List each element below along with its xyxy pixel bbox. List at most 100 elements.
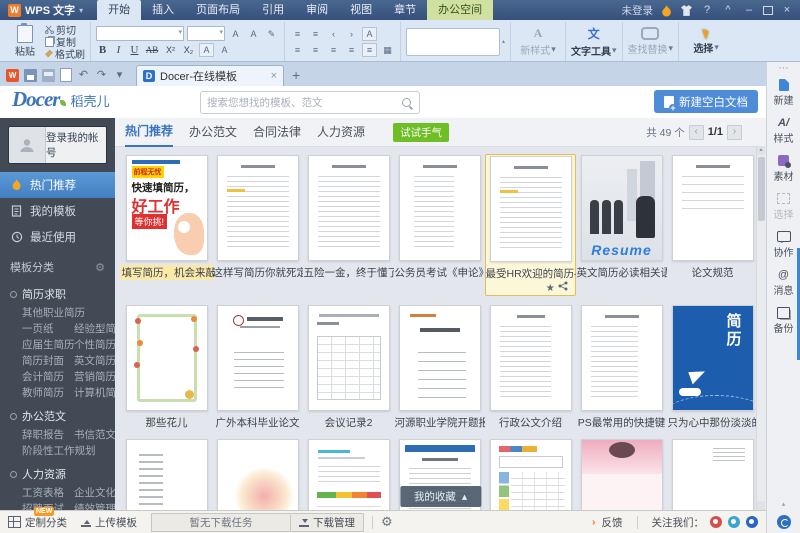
rail-menu-icon[interactable]: ⋯: [767, 62, 800, 78]
tab-page-layout[interactable]: 页面布局: [185, 0, 251, 20]
template-card[interactable]: 广外本科毕业论文: [212, 304, 303, 430]
template-card[interactable]: 论文规范: [667, 154, 757, 296]
sort-button[interactable]: [380, 27, 395, 41]
style-gallery[interactable]: [406, 28, 500, 56]
bullet-list-button[interactable]: ≡: [290, 27, 305, 41]
align-center-button[interactable]: ≡: [308, 43, 323, 57]
search-icon[interactable]: [401, 97, 413, 109]
sidebar-link[interactable]: 书信范文: [74, 427, 115, 443]
sidebar-link[interactable]: 计算机简历: [74, 385, 115, 401]
hot-flame-icon[interactable]: [660, 4, 673, 17]
redo-icon[interactable]: ↷: [95, 69, 108, 82]
content-tab-hr[interactable]: 人力资源: [317, 119, 365, 146]
lucky-badge[interactable]: 试试手气: [393, 123, 449, 142]
share-icon[interactable]: [558, 281, 568, 291]
weibo-icon[interactable]: [710, 516, 722, 528]
superscript-button[interactable]: X²: [163, 45, 178, 55]
clear-format-button[interactable]: ✎: [264, 27, 279, 41]
close-tab-icon[interactable]: ×: [271, 70, 277, 82]
rail-item-backup[interactable]: 备份: [767, 306, 800, 335]
template-card[interactable]: 前程无忧 快速填简历， 好工作 等你挑! 填写简历，机会来敲门: [121, 154, 212, 296]
strikethrough-button[interactable]: AB: [144, 45, 160, 55]
restore-icon[interactable]: [763, 6, 773, 15]
sidebar-link[interactable]: 工资表格: [22, 485, 74, 501]
sidebar-link[interactable]: 企业文化: [74, 485, 115, 501]
group-title-hr[interactable]: 人力资源: [0, 459, 115, 485]
document-tab[interactable]: D Docer-在线模板 ×: [136, 65, 284, 86]
sidebar-link[interactable]: 辞职报告: [22, 427, 74, 443]
rail-item-message[interactable]: @消息: [767, 268, 800, 297]
align-right-button[interactable]: ≡: [326, 43, 341, 57]
new-style-button[interactable]: A 新样式▾: [511, 22, 566, 61]
select-button[interactable]: 选择▾: [679, 22, 733, 61]
rail-scroll-arrows[interactable]: ▴: [782, 501, 786, 509]
text-direction-button[interactable]: A: [362, 27, 377, 41]
settings-gear-icon[interactable]: ⚙: [381, 514, 393, 530]
wps-community-icon[interactable]: [777, 515, 791, 529]
sidebar-link[interactable]: 教师简历: [22, 385, 74, 401]
tab-references[interactable]: 引用: [251, 0, 295, 20]
new-blank-doc-button[interactable]: 新建空白文档: [654, 90, 758, 113]
template-card[interactable]: [303, 438, 394, 510]
template-card[interactable]: 河源职业学院开题报告: [394, 304, 485, 430]
subscript-button[interactable]: X₂: [181, 45, 196, 55]
sidebar-link[interactable]: 应届生简历: [22, 337, 74, 353]
template-card[interactable]: [485, 438, 576, 510]
tab-office-space[interactable]: 办公空间: [427, 0, 493, 20]
next-page-button[interactable]: ›: [727, 125, 742, 140]
rail-item-material[interactable]: 素材: [767, 154, 800, 183]
login-status[interactable]: 未登录: [622, 3, 654, 18]
new-tab-button[interactable]: +: [292, 67, 300, 83]
rail-item-collaborate[interactable]: 协作: [767, 230, 800, 259]
font-color-button[interactable]: A: [199, 43, 214, 57]
content-tab-contract[interactable]: 合同法律: [253, 119, 301, 146]
customize-category-button[interactable]: NEW 定制分类: [8, 515, 67, 530]
feedback-link[interactable]: 反馈: [602, 515, 623, 530]
sidebar-link[interactable]: 营销简历: [74, 369, 115, 385]
template-card[interactable]: 五险一金，终于懂了: [303, 154, 394, 296]
highlight-button[interactable]: A: [217, 43, 232, 57]
tab-insert[interactable]: 插入: [141, 0, 185, 20]
sidebar-link[interactable]: 简历封面: [22, 353, 74, 369]
text-tool-button[interactable]: 文 文字工具▾: [566, 22, 623, 61]
search-input[interactable]: [201, 97, 401, 109]
group-title-resume[interactable]: 简历求职: [0, 279, 115, 305]
content-scrollbar[interactable]: ▴: [756, 146, 766, 510]
collapse-ribbon-icon[interactable]: ^: [721, 4, 735, 16]
align-left-button[interactable]: ≡: [290, 43, 305, 57]
favorite-star-icon[interactable]: ★: [546, 283, 555, 294]
sidebar-link[interactable]: 其他职业简历: [22, 305, 85, 321]
sidebar-item-hot[interactable]: 热门推荐: [0, 172, 115, 198]
justify-button[interactable]: ≡: [344, 43, 359, 57]
template-card[interactable]: 会议记录2: [303, 304, 394, 430]
sidebar-link[interactable]: 个性简历: [74, 337, 115, 353]
template-card-selected[interactable]: 最受HR欢迎的简历—.. ★: [485, 154, 576, 296]
scrollbar-thumb[interactable]: [758, 157, 765, 221]
paste-button[interactable]: 粘贴: [9, 25, 41, 58]
content-tab-hot[interactable]: 热门推荐: [125, 118, 173, 147]
shrink-font-button[interactable]: A: [246, 27, 261, 41]
app-logo[interactable]: W WPS 文字 ▾: [0, 2, 91, 18]
my-favorites-button[interactable]: 我的收藏 ▴: [400, 486, 481, 507]
qq-icon[interactable]: [746, 516, 758, 528]
sidebar-item-my-templates[interactable]: 我的模板: [0, 198, 115, 224]
tab-home[interactable]: 开始: [97, 0, 141, 20]
template-card[interactable]: [212, 438, 303, 510]
save-icon[interactable]: [24, 69, 37, 82]
sidebar-link[interactable]: 英文简历: [74, 353, 115, 369]
grow-font-button[interactable]: A: [228, 27, 243, 41]
sidebar-link[interactable]: 阶段性工作规划: [22, 443, 96, 459]
wps-home-icon[interactable]: W: [6, 69, 19, 82]
sidebar-item-recent[interactable]: 最近使用: [0, 224, 115, 250]
italic-button[interactable]: I: [112, 44, 125, 56]
undo-icon[interactable]: ↶: [77, 69, 90, 82]
tab-section[interactable]: 章节: [383, 0, 427, 20]
shading-button[interactable]: ▦: [380, 43, 395, 57]
decrease-indent-button[interactable]: ‹: [326, 27, 341, 41]
sidebar-link[interactable]: 一页纸: [22, 321, 74, 337]
scroll-up-icon[interactable]: ▴: [757, 146, 765, 155]
style-gallery-arrows[interactable]: ▴: [502, 38, 505, 46]
group-title-office-docs[interactable]: 办公范文: [0, 401, 115, 427]
rail-item-style[interactable]: A/样式: [767, 116, 800, 145]
print-icon[interactable]: [42, 69, 55, 82]
